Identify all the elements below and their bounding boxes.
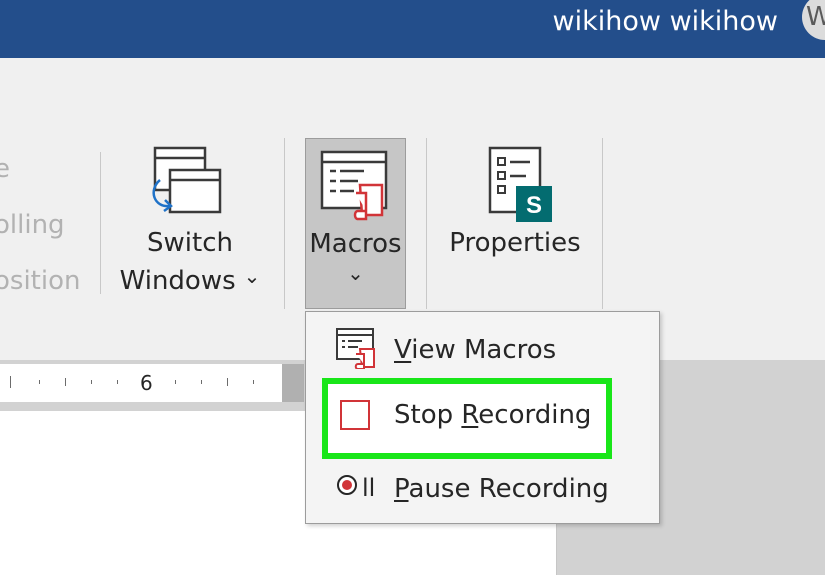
chevron-down-icon: ⌄	[243, 264, 261, 288]
properties-button[interactable]: S Properties	[440, 138, 590, 309]
ruler-tick	[10, 376, 11, 388]
ruler-tick	[117, 380, 118, 384]
ribbon-partial-label-1: e	[0, 154, 10, 184]
ribbon-separator	[602, 138, 603, 309]
ruler-margin-marker[interactable]	[282, 364, 304, 402]
ruler-tick	[253, 380, 254, 384]
account-name[interactable]: wikihow wikihow	[553, 6, 778, 37]
ruler-tick	[39, 380, 40, 384]
pause-recording-label: Pause Recording	[394, 474, 609, 504]
switch-windows-button[interactable]: Switch Windows ⌄	[110, 138, 270, 309]
switch-windows-icon	[152, 146, 222, 214]
ruler-tick	[65, 378, 66, 386]
ribbon-separator	[100, 152, 101, 294]
view-macros-label: View Macros	[394, 335, 557, 365]
properties-label: Properties	[449, 228, 581, 258]
menu-item-stop-recording[interactable]: Stop Recording	[322, 378, 612, 459]
switch-windows-label-2: Windows ⌄	[119, 264, 261, 296]
stop-recording-label: Stop Recording	[394, 400, 592, 430]
stop-square-icon	[340, 400, 370, 430]
ribbon-partial-label-3: osition	[0, 266, 81, 296]
macros-button[interactable]: Macros ⌄	[305, 138, 406, 309]
chevron-down-icon: ⌄	[347, 261, 364, 285]
sharepoint-badge-icon: S	[526, 192, 542, 219]
ruler-number: 6	[140, 371, 153, 395]
macros-icon	[320, 150, 388, 221]
ribbon-separator	[284, 138, 285, 309]
ruler-tick	[91, 380, 92, 384]
record-dot-icon	[337, 475, 357, 495]
pause-icon: ll	[362, 474, 376, 502]
view-macros-icon	[336, 328, 375, 369]
title-bar: wikihow wikihow W	[0, 0, 825, 58]
account-avatar[interactable]: W	[802, 0, 825, 40]
macros-label: Macros	[309, 229, 402, 259]
menu-item-pause-recording[interactable]: ll Pause Recording	[306, 460, 659, 520]
ribbon-separator	[426, 138, 427, 309]
ruler-tick	[201, 380, 202, 384]
properties-icon: S	[488, 146, 552, 222]
switch-windows-label: Switch	[147, 228, 233, 258]
menu-item-view-macros[interactable]: View Macros	[306, 321, 659, 381]
ruler-tick	[227, 378, 228, 386]
ribbon-partial-label-2: olling	[0, 210, 65, 240]
ruler-tick	[175, 380, 176, 384]
